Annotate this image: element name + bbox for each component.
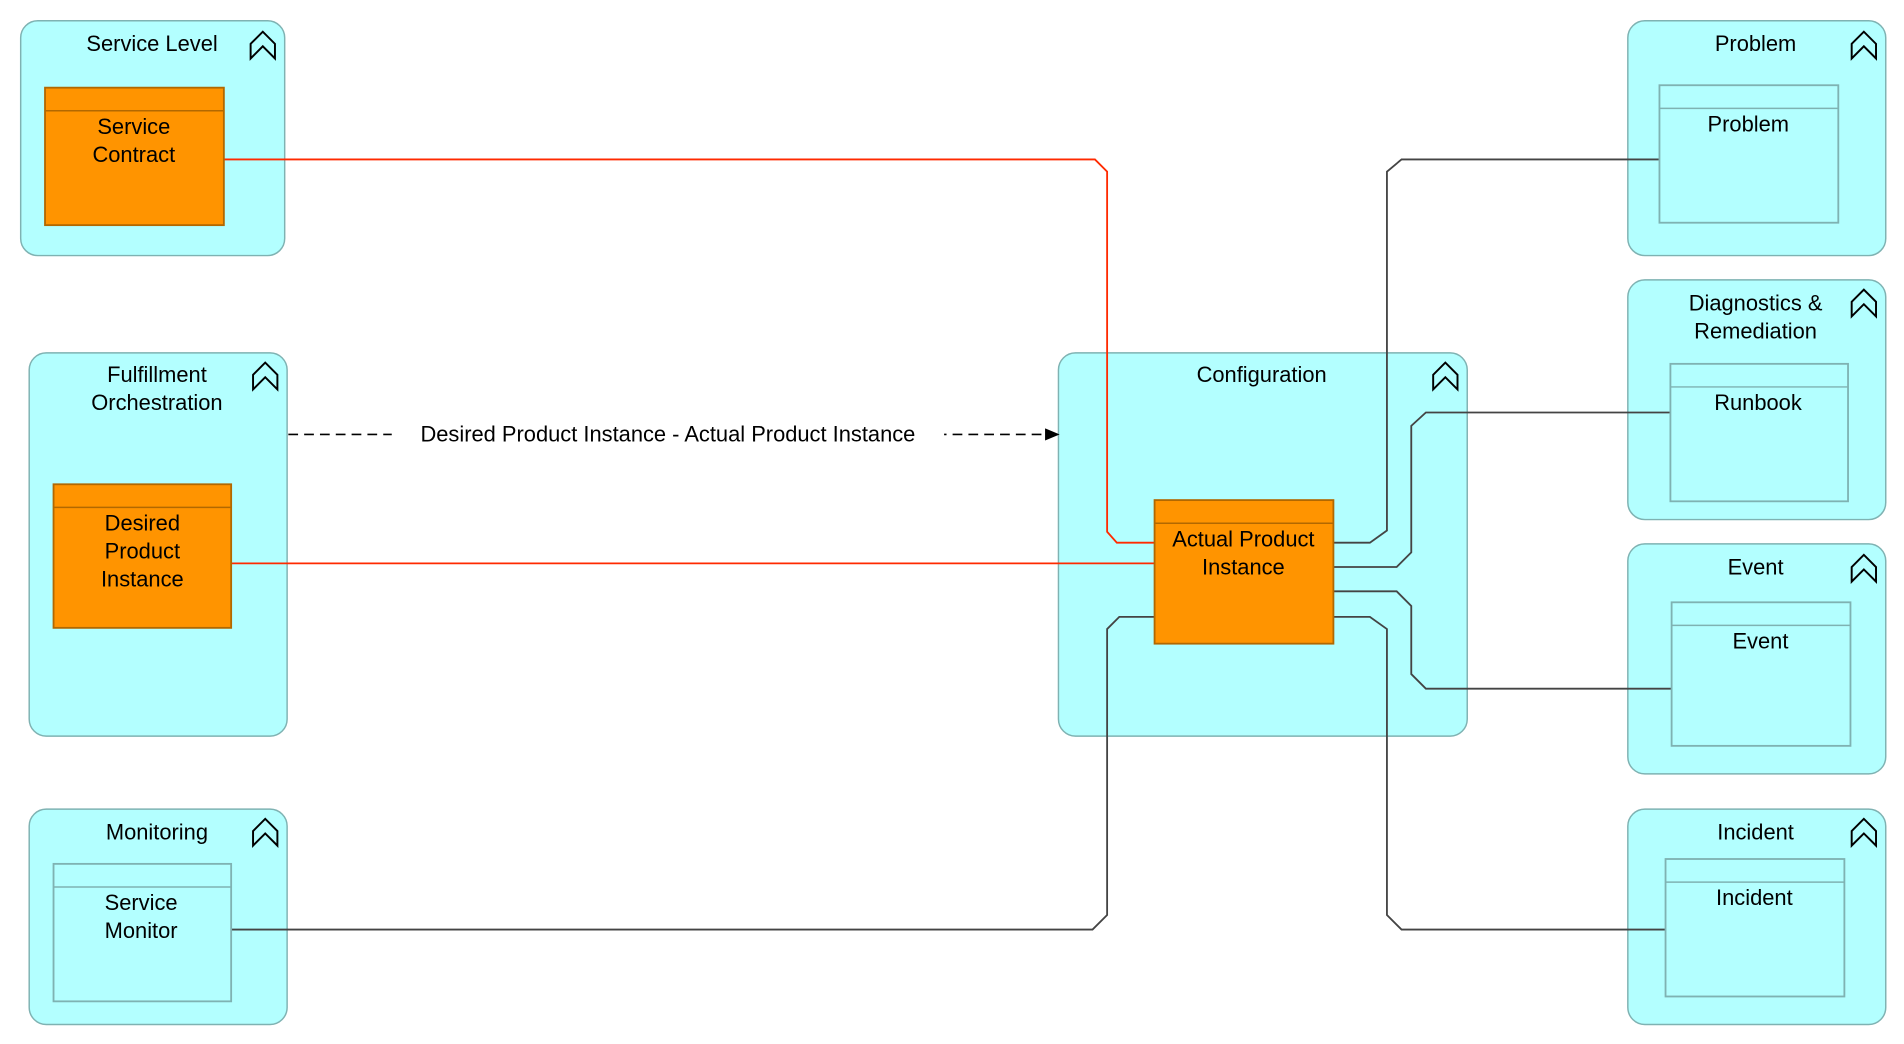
element-service-contract[interactable]: Service Contract	[44, 86, 225, 227]
group-title: Event	[1728, 554, 1784, 579]
element-label: Actual Product	[1172, 526, 1314, 551]
element-event[interactable]: Event	[1670, 601, 1852, 747]
element-label: Instance	[1202, 554, 1285, 579]
element-incident[interactable]: Incident	[1664, 858, 1846, 998]
element-label: Contract	[92, 142, 175, 167]
connector-service-contract-actual[interactable]	[223, 158, 1155, 544]
group-title: Problem	[1715, 31, 1796, 56]
group-title: Incident	[1717, 820, 1794, 845]
element-label: Monitor	[105, 918, 178, 943]
diagram-canvas: Service Level Fulfillment Orchestration …	[19, 20, 1887, 1026]
element-service-monitor[interactable]: Service Monitor	[52, 862, 233, 1003]
element-label: Product	[105, 538, 180, 563]
element-runbook[interactable]: Runbook	[1669, 362, 1849, 503]
element-label: Runbook	[1714, 390, 1802, 415]
element-label: Instance	[101, 566, 184, 591]
group-title: Configuration	[1197, 362, 1327, 387]
element-label: Service	[97, 114, 170, 139]
group-title: Monitoring	[106, 820, 208, 845]
group-title: Diagnostics &	[1689, 290, 1823, 315]
element-label: Problem	[1708, 111, 1789, 136]
element-label: Event	[1732, 629, 1788, 654]
group-title: Orchestration	[91, 390, 222, 415]
group-title: Remediation	[1694, 318, 1817, 343]
connector-monitor-actual[interactable]	[231, 615, 1155, 931]
element-actual-product-instance[interactable]: Actual Product Instance	[1153, 499, 1335, 645]
group-title: Fulfillment	[107, 362, 207, 387]
element-label: Service	[105, 890, 178, 915]
connector-label: Desired Product Instance - Actual Produc…	[420, 422, 915, 447]
group-title: Service Level	[86, 31, 217, 56]
connector-fulfillment-configuration[interactable]: Desired Product Instance - Actual Produc…	[288, 419, 1060, 450]
element-problem[interactable]: Problem	[1658, 84, 1840, 224]
element-label: Desired	[105, 511, 180, 536]
element-desired-product-instance[interactable]: Desired Product Instance	[52, 483, 233, 629]
element-label: Incident	[1716, 885, 1793, 910]
